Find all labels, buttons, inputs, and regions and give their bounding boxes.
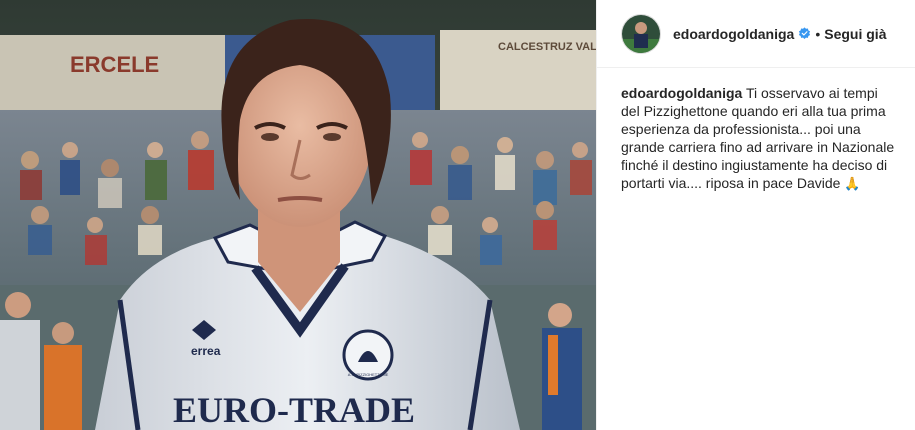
post-caption: edoardogoldaniga Ti osservavo ai tempi d… [597, 68, 915, 193]
avatar-image [622, 14, 660, 53]
club-crest: A.S. PIZZIGHETTONE [342, 329, 394, 381]
praying-hands-icon: 🙏 [844, 176, 861, 191]
instagram-post: ERCELE CALCESTRUZ VALCAMONI [0, 0, 915, 430]
following-button[interactable]: Segui già [824, 26, 886, 42]
billboard-right-text: CALCESTRUZ VALCAMONI [498, 41, 596, 53]
billboard-left-text: ERCELE [70, 52, 159, 77]
avatar[interactable] [621, 13, 661, 54]
post-sidebar: edoardogoldaniga • Segui già edoardogold… [596, 0, 915, 430]
photo-illustration: ERCELE CALCESTRUZ VALCAMONI [0, 0, 596, 430]
post-photo[interactable]: ERCELE CALCESTRUZ VALCAMONI [0, 0, 596, 430]
verified-badge-icon [799, 27, 811, 40]
caption-username[interactable]: edoardogoldaniga [621, 85, 742, 101]
brand-text: errea [191, 344, 221, 358]
sponsor-text: EURO-TRADE [173, 390, 415, 430]
crest-text: A.S. PIZZIGHETTONE [348, 372, 389, 377]
separator-dot: • [815, 25, 821, 42]
header-username[interactable]: edoardogoldaniga [673, 26, 794, 42]
post-header: edoardogoldaniga • Segui già [597, 0, 915, 68]
